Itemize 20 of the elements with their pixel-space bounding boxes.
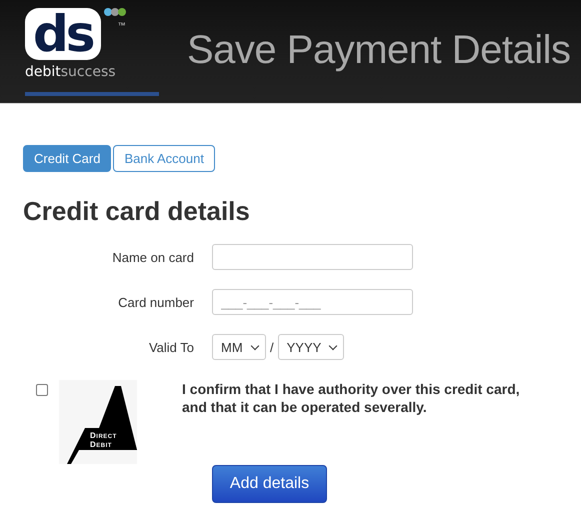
section-heading: Credit card details	[23, 196, 251, 227]
add-details-button[interactable]: Add details	[212, 465, 327, 503]
page-title: Save Payment Details	[187, 28, 571, 73]
tab[interactable]: Credit Card	[23, 145, 112, 172]
input-field[interactable]: ___-___-___-___	[212, 289, 413, 315]
field-label: Card number	[117, 294, 194, 310]
logo-wordmark: debitsuccess	[25, 64, 117, 80]
tab[interactable]: Bank Account	[113, 145, 215, 172]
dots-icon	[104, 8, 126, 16]
direct-debit-logo: Direct Debit	[59, 380, 137, 464]
month-select[interactable]: MM	[212, 334, 266, 360]
consent-text: I confirm that I have authority over this credit card, and that it can be operated severally.	[182, 380, 521, 416]
field-label: Valid To	[148, 340, 194, 354]
checkbox[interactable]	[36, 384, 48, 396]
field-label: Name on card	[111, 250, 194, 264]
trademark-sign: ™	[118, 22, 126, 30]
date-separator: /	[270, 340, 274, 354]
input-field[interactable]	[212, 244, 413, 270]
logo-mark: ds	[25, 8, 101, 60]
year-select[interactable]: YYYY	[278, 334, 344, 360]
